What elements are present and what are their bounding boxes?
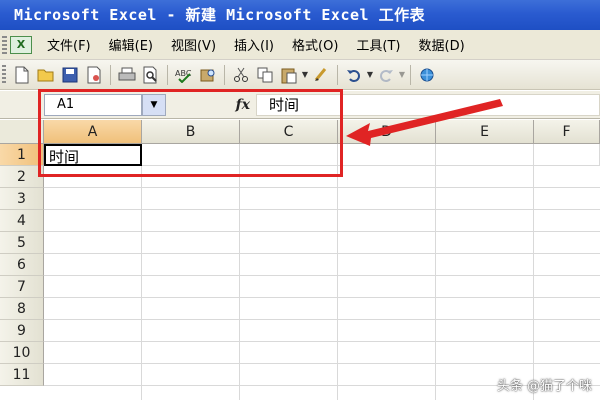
name-box[interactable]: A1 — [44, 94, 142, 116]
menu-insert[interactable]: 插入(I) — [225, 35, 283, 54]
toolbar-separator — [410, 64, 411, 85]
select-all-corner[interactable] — [0, 120, 44, 144]
row-header-4[interactable]: 4 — [0, 210, 44, 232]
copy-icon[interactable] — [255, 65, 275, 85]
column-header-a[interactable]: A — [44, 120, 142, 144]
row-header-7[interactable]: 7 — [0, 276, 44, 298]
column-header-d[interactable]: D — [338, 120, 436, 144]
row-header-10[interactable]: 10 — [0, 342, 44, 364]
cell-f1[interactable] — [534, 144, 600, 166]
toolbar-separator — [110, 64, 111, 85]
undo-icon[interactable] — [344, 65, 364, 85]
undo-dropdown-icon[interactable]: ▼ — [366, 65, 374, 85]
print-icon[interactable] — [117, 65, 137, 85]
row-header-5[interactable]: 5 — [0, 232, 44, 254]
row-header-3[interactable]: 3 — [0, 188, 44, 210]
window-title: Microsoft Excel - 新建 Microsoft Excel 工作表 — [14, 6, 426, 24]
window-title-bar: Microsoft Excel - 新建 Microsoft Excel 工作表 — [0, 0, 600, 30]
toolbar-grip-handle[interactable] — [2, 64, 6, 85]
cell-e1[interactable] — [436, 144, 534, 166]
cell-d1[interactable] — [338, 144, 436, 166]
cell-b1[interactable] — [142, 144, 240, 166]
hyperlink-icon[interactable] — [417, 65, 437, 85]
spelling-icon[interactable]: ABC — [174, 65, 194, 85]
menu-grip-handle[interactable] — [2, 35, 7, 54]
research-icon[interactable] — [198, 65, 218, 85]
menu-file[interactable]: 文件(F) — [38, 35, 100, 54]
paste-icon[interactable] — [279, 65, 299, 85]
fx-area: fx — [166, 94, 256, 116]
redo-icon[interactable] — [376, 65, 396, 85]
toolbar-separator — [167, 64, 168, 85]
spreadsheet-grid: A B C D E F 1 2 3 4 5 6 7 8 9 10 11 时间 — [0, 120, 600, 400]
permission-icon[interactable] — [84, 65, 104, 85]
toolbar-separator — [224, 64, 225, 85]
insert-function-icon[interactable]: fx — [236, 94, 250, 116]
row-header-2[interactable]: 2 — [0, 166, 44, 188]
excel-icon[interactable]: X — [10, 35, 32, 54]
cell-area[interactable] — [44, 166, 600, 400]
format-painter-icon[interactable] — [311, 65, 331, 85]
new-icon[interactable] — [12, 65, 32, 85]
menu-view[interactable]: 视图(V) — [162, 35, 225, 54]
row-header-11[interactable]: 11 — [0, 364, 44, 386]
row-header-1[interactable]: 1 — [0, 144, 44, 166]
column-header-c[interactable]: C — [240, 120, 338, 144]
column-header-b[interactable]: B — [142, 120, 240, 144]
formula-bar: A1 ▼ fx 时间 — [0, 91, 600, 119]
menu-bar: X 文件(F) 编辑(E) 视图(V) 插入(I) 格式(O) 工具(T) 数据… — [0, 30, 600, 60]
column-header-f[interactable]: F — [534, 120, 600, 144]
print-preview-icon[interactable] — [141, 65, 161, 85]
row-header-8[interactable]: 8 — [0, 298, 44, 320]
standard-toolbar: ABC ▼ ▼ ▼ — [0, 60, 600, 90]
name-box-dropdown-icon[interactable]: ▼ — [142, 94, 166, 116]
toolbar-separator — [337, 64, 338, 85]
row-header-6[interactable]: 6 — [0, 254, 44, 276]
menu-edit[interactable]: 编辑(E) — [100, 35, 162, 54]
open-icon[interactable] — [36, 65, 56, 85]
paste-dropdown-icon[interactable]: ▼ — [301, 65, 309, 85]
row-header-9[interactable]: 9 — [0, 320, 44, 342]
redo-dropdown-icon[interactable]: ▼ — [398, 65, 406, 85]
cell-a1[interactable]: 时间 — [44, 144, 142, 166]
save-icon[interactable] — [60, 65, 80, 85]
cell-c1[interactable] — [240, 144, 338, 166]
menu-format[interactable]: 格式(O) — [283, 35, 347, 54]
watermark: 头条 @猫了个咪 — [496, 379, 592, 394]
menu-data[interactable]: 数据(D) — [410, 35, 474, 54]
menu-tools[interactable]: 工具(T) — [347, 35, 409, 54]
cut-icon[interactable] — [231, 65, 251, 85]
column-header-e[interactable]: E — [436, 120, 534, 144]
formula-input[interactable]: 时间 — [256, 94, 600, 116]
